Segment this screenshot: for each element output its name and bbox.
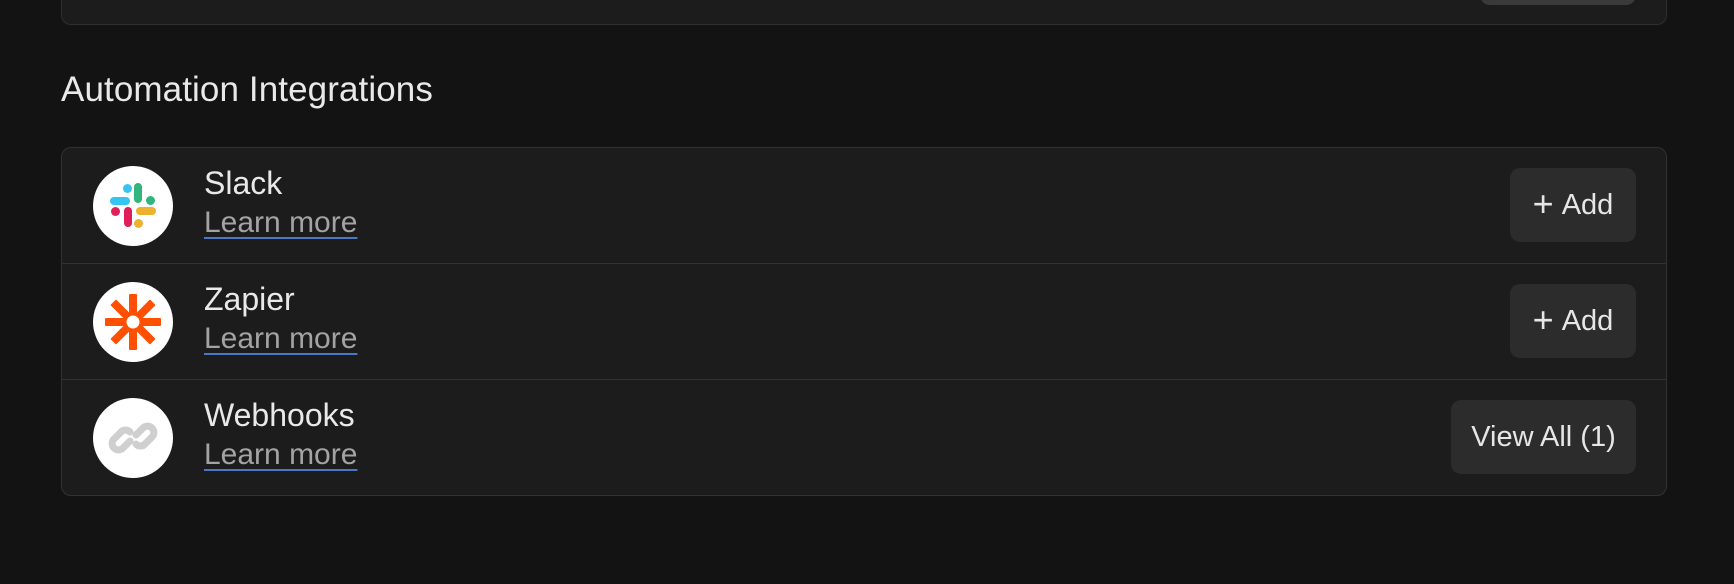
section-title: Automation Integrations [61, 70, 433, 109]
plus-icon: + [1532, 182, 1554, 224]
learn-more-link[interactable]: Learn more [204, 438, 357, 472]
previous-section-button[interactable] [1480, 0, 1636, 5]
integration-name: Slack [204, 165, 283, 201]
add-slack-button[interactable]: + Add [1510, 168, 1636, 242]
integration-name: Zapier [204, 281, 295, 317]
integration-name: Webhooks [204, 397, 355, 433]
zapier-logo-icon [93, 282, 173, 362]
view-all-webhooks-button[interactable]: View All (1) [1451, 400, 1636, 474]
integration-row-zapier: Zapier Learn more + Add [62, 264, 1666, 380]
button-label: Add [1561, 188, 1614, 221]
add-zapier-button[interactable]: + Add [1510, 284, 1636, 358]
integrations-list: Slack Learn more + Add Zapier Learn more… [61, 147, 1667, 496]
plus-icon: + [1532, 298, 1554, 340]
slack-logo-icon [93, 166, 173, 246]
button-label: Add [1561, 304, 1614, 337]
learn-more-link[interactable]: Learn more [204, 322, 357, 356]
previous-section-card [61, 0, 1667, 25]
integrations-page: Automation Integrations Slack Learn more… [0, 0, 1734, 584]
integration-row-slack: Slack Learn more + Add [62, 148, 1666, 264]
learn-more-link[interactable]: Learn more [204, 206, 357, 240]
button-label: View All (1) [1471, 420, 1616, 453]
integration-row-webhooks: Webhooks Learn more View All (1) [62, 380, 1666, 495]
link-icon [93, 398, 173, 478]
